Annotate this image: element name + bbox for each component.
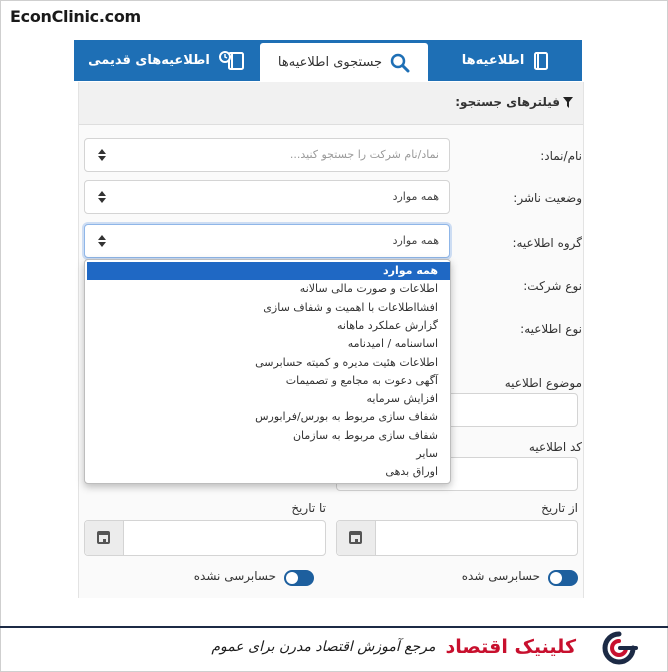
tab-bar: اطلاعیه‌ها جستجوی اطلاعیه‌ها اطلاعیه‌های…: [74, 40, 582, 82]
tab-old-announcements[interactable]: اطلاعیه‌های قدیمی: [74, 40, 260, 81]
group-label: گروه اطلاعیه:: [512, 236, 582, 250]
tab-search[interactable]: جستجوی اطلاعیه‌ها: [260, 43, 428, 82]
site-logo: EconClinic.com: [10, 7, 141, 26]
from-date-label: از تاریخ: [541, 501, 578, 515]
filter-title: فیلترهای جستجو:: [455, 95, 573, 109]
calendar-icon: [349, 531, 362, 544]
tab-announcements-label: اطلاعیه‌ها: [461, 53, 525, 68]
footer-brand: کلینیک اقتصاد: [445, 636, 576, 658]
dropdown-option[interactable]: آگهی دعوت به مجامع و تصمیمات: [87, 372, 450, 390]
tab-search-label: جستجوی اطلاعیه‌ها: [277, 55, 383, 70]
company-type-label: نوع شرکت:: [523, 279, 582, 293]
group-value: همه موارد: [392, 234, 439, 247]
symbol-label: نام/نماد:: [540, 149, 582, 163]
dropdown-option[interactable]: شفاف سازی مربوط به سازمان: [87, 427, 450, 445]
dropdown-option[interactable]: افشااطلاعات با اهمیت و شفاف سازی: [87, 299, 450, 317]
audited-toggle[interactable]: [548, 570, 578, 586]
search-icon: [390, 53, 410, 72]
to-date-label: تا تاریخ: [291, 501, 326, 515]
footer-tagline: مرجع آموزش اقتصاد مدرن برای عموم: [211, 639, 436, 655]
to-date-input[interactable]: [84, 520, 326, 556]
symbol-search-placeholder: نماد/نام شرکت را جستجو کنید...: [289, 148, 439, 161]
symbol-search-select[interactable]: نماد/نام شرکت را جستجو کنید...: [84, 138, 450, 172]
toggle-knob: [286, 572, 298, 584]
sort-arrows-icon: [97, 233, 107, 249]
dropdown-option[interactable]: همه موارد: [87, 262, 450, 281]
dropdown-option[interactable]: شفاف سازی مربوط به بورس/فرابورس: [87, 408, 450, 426]
calendar-button[interactable]: [337, 521, 376, 555]
dropdown-option[interactable]: اساسنامه / امیدنامه: [87, 335, 450, 353]
group-select[interactable]: همه موارد: [84, 224, 450, 258]
footer-branding: کلینیک اقتصاد مرجع آموزش اقتصاد مدرن برا…: [211, 636, 576, 658]
calendar-button[interactable]: [85, 521, 124, 555]
archive-clock-icon: [218, 50, 244, 70]
document-icon: [534, 51, 549, 70]
footer-divider: [0, 626, 668, 628]
publisher-status-label: وضعیت ناشر:: [513, 191, 582, 205]
dropdown-option[interactable]: اطلاعات و صورت مالی سالانه: [87, 280, 450, 298]
unaudited-toggle[interactable]: [284, 570, 314, 586]
unaudited-label: حسابرسی نشده: [193, 569, 276, 583]
sort-arrows-icon: [97, 147, 107, 163]
tab-old-label: اطلاعیه‌های قدیمی: [88, 53, 210, 68]
filter-icon: [563, 96, 573, 108]
from-date-input[interactable]: [336, 520, 578, 556]
filter-title-text: فیلترهای جستجو:: [455, 95, 560, 109]
dropdown-option[interactable]: افزایش سرمایه: [87, 390, 450, 408]
tab-announcements[interactable]: اطلاعیه‌ها: [430, 40, 582, 81]
publisher-status-value: همه موارد: [392, 190, 439, 203]
publisher-status-select[interactable]: همه موارد: [84, 180, 450, 214]
dropdown-option[interactable]: اطلاعات هئیت مدیره و کمیته حسابرسی: [87, 354, 450, 372]
calendar-icon: [97, 531, 110, 544]
econclinic-logo-icon: [602, 631, 638, 665]
toggle-knob: [550, 572, 562, 584]
dropdown-option[interactable]: اوراق بدهی: [87, 463, 450, 481]
subject-label: موضوع اطلاعیه: [504, 376, 582, 390]
announcement-type-label: نوع اطلاعیه:: [520, 322, 582, 336]
filter-header: فیلترهای جستجو:: [79, 82, 583, 125]
audited-label: حسابرسی شده: [461, 569, 540, 583]
group-dropdown-list: همه موارد اطلاعات و صورت مالی سالانه افشاا…: [84, 259, 451, 484]
code-label: کد اطلاعیه: [528, 440, 582, 454]
dropdown-option[interactable]: سایر: [87, 445, 450, 463]
dropdown-option[interactable]: گزارش عملکرد ماهانه: [87, 317, 450, 335]
sort-arrows-icon: [97, 189, 107, 205]
